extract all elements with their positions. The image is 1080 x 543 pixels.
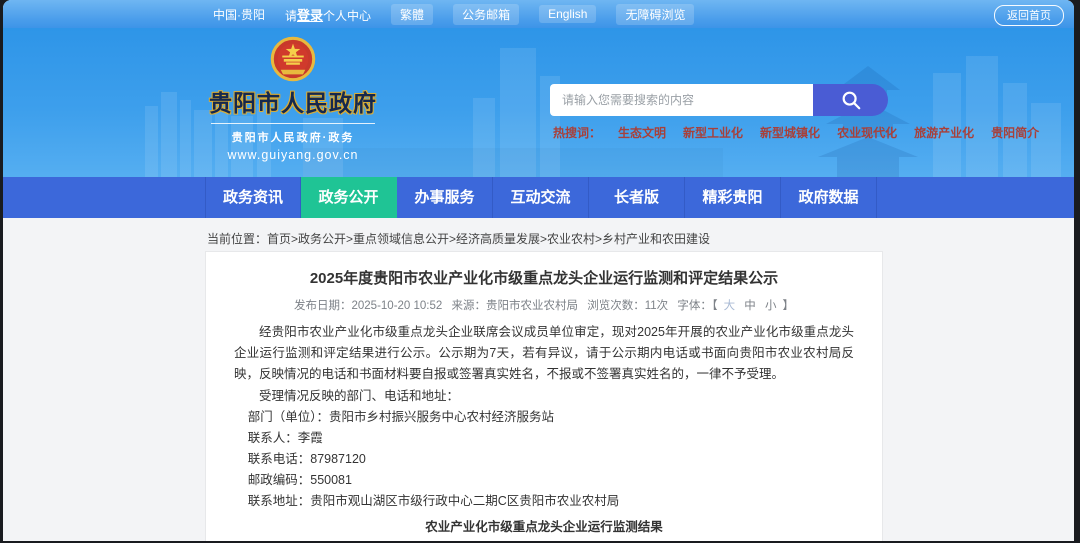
site-subtitle: 贵阳市人民政府·政务 — [211, 123, 375, 145]
table-caption: 农业产业化市级重点龙头企业运行监测结果 — [425, 520, 663, 534]
nav-item-interaction[interactable]: 互动交流 — [493, 177, 589, 218]
font-size-label: 字体：【 — [677, 300, 718, 312]
site-logo[interactable]: 贵阳市人民政府 贵阳市人民政府·政务 www.guiyang.gov.cn — [203, 36, 383, 162]
contact-phone: 联系电话：87987120 — [247, 452, 366, 466]
search-input[interactable] — [550, 84, 813, 116]
topbar-link-official-mail[interactable]: 公务邮箱 — [453, 3, 520, 25]
header-banner: 贵阳市人民政府 贵阳市人民政府·政务 www.guiyang.gov.cn 热搜… — [3, 28, 1074, 177]
hot-word-eco[interactable]: 生态文明 — [618, 124, 666, 141]
content-area: 当前位置：首页>政务公开>重点领域信息公开>经济高质量发展>农业农村>乡村产业和… — [3, 218, 1074, 541]
contact-department: 部门（单位）：贵阳市乡村振兴服务中心农村经济服务站 — [247, 410, 555, 424]
topbar-link-login[interactable]: 请登录个人中心 — [285, 5, 371, 24]
main-nav: 政务资讯 政务公开 办事服务 互动交流 长者版 精彩贵阳 政府数据 — [3, 177, 1074, 218]
article-card: 2025年度贵阳市农业产业化市级重点龙头企业运行监测和评定结果公示 发布日期：2… — [205, 251, 883, 541]
hot-search-label: 热搜词： — [553, 126, 602, 140]
main-nav-items: 政务资讯 政务公开 办事服务 互动交流 长者版 精彩贵阳 政府数据 — [205, 177, 877, 218]
nav-item-elderly[interactable]: 长者版 — [589, 177, 685, 218]
nav-item-gov-open[interactable]: 政务公开 — [301, 177, 397, 218]
search-bar — [550, 84, 888, 116]
site-title: 贵阳市人民政府 — [209, 90, 377, 116]
article-source: 来源：贵阳市农业农村局 — [451, 300, 579, 312]
hot-word-agriculture[interactable]: 农业现代化 — [837, 124, 897, 141]
topbar-link-china-guiyang[interactable]: 中国·贵阳 — [213, 6, 265, 23]
hot-word-tourism[interactable]: 旅游产业化 — [914, 124, 974, 141]
contact-postcode: 邮政编码：550081 — [247, 473, 352, 487]
login-suffix[interactable]: 个人中心 — [323, 9, 371, 23]
nav-item-highlights[interactable]: 精彩贵阳 — [685, 177, 781, 218]
article-title: 2025年度贵阳市农业产业化市级重点龙头企业运行监测和评定结果公示 — [309, 270, 779, 287]
font-size-bracket-close: 】 — [782, 300, 795, 312]
site-url: www.guiyang.gov.cn — [227, 148, 359, 162]
cityscape-decoration — [145, 48, 1061, 177]
search-icon — [842, 91, 860, 110]
nav-item-gov-data[interactable]: 政府数据 — [781, 177, 877, 218]
contact-intro: 受理情况反映的部门、电话和地址： — [259, 389, 460, 403]
view-count: 浏览次数：11次 — [587, 300, 669, 312]
login-prefix: 请 — [285, 8, 298, 23]
publish-date: 发布日期：2025-10-20 10:52 — [293, 300, 443, 312]
top-utility-bar: 中国·贵阳 请登录个人中心 繁體 公务邮箱 English 无障碍浏览 返回首页 — [3, 0, 1074, 28]
breadcrumb-trail[interactable]: 首页>政务公开>重点领域信息公开>经济高质量发展>农业农村>乡村产业和农田建设 — [267, 232, 710, 246]
contact-address: 联系地址：贵阳市观山湖区市级行政中心二期C区贵阳市农业农村局 — [247, 494, 620, 508]
topbar-link-english[interactable]: English — [539, 5, 597, 23]
font-size-medium[interactable]: 中 — [744, 300, 756, 312]
national-emblem-icon — [270, 36, 316, 82]
topbar-link-traditional[interactable]: 繁體 — [391, 3, 434, 25]
browser-page: 中国·贵阳 请登录个人中心 繁體 公务邮箱 English 无障碍浏览 返回首页 — [3, 0, 1074, 541]
contact-person: 联系人：李霞 — [247, 431, 323, 445]
breadcrumb[interactable]: 当前位置：首页>政务公开>重点领域信息公开>经济高质量发展>农业农村>乡村产业和… — [207, 230, 710, 247]
article-paragraph: 经贵阳市农业产业化市级重点龙头企业联席会议成员单位审定，现对2025年开展的农业… — [234, 325, 854, 381]
hot-word-intro[interactable]: 贵阳简介 — [991, 124, 1039, 141]
topbar-link-accessibility[interactable]: 无障碍浏览 — [616, 3, 695, 25]
login-link[interactable]: 登录 — [297, 8, 323, 23]
back-to-home-button[interactable]: 返回首页 — [994, 5, 1064, 26]
topbar-links: 中国·贵阳 请登录个人中心 繁體 公务邮箱 English 无障碍浏览 — [213, 3, 695, 25]
font-size-large[interactable]: 大 — [724, 300, 736, 312]
article-meta: 发布日期：2025-10-20 10:52 来源：贵阳市农业农村局 浏览次数：1… — [234, 297, 854, 313]
nav-item-services[interactable]: 办事服务 — [397, 177, 493, 218]
hot-search-words: 热搜词： 生态文明 新型工业化 新型城镇化 农业现代化 旅游产业化 贵阳简介 — [553, 124, 1039, 141]
hot-word-industry[interactable]: 新型工业化 — [683, 124, 743, 141]
hot-word-urbanization[interactable]: 新型城镇化 — [760, 124, 820, 141]
font-size-small[interactable]: 小 — [765, 300, 777, 312]
search-button[interactable] — [813, 84, 888, 116]
breadcrumb-label: 当前位置： — [207, 232, 268, 246]
nav-item-news[interactable]: 政务资讯 — [205, 177, 301, 218]
